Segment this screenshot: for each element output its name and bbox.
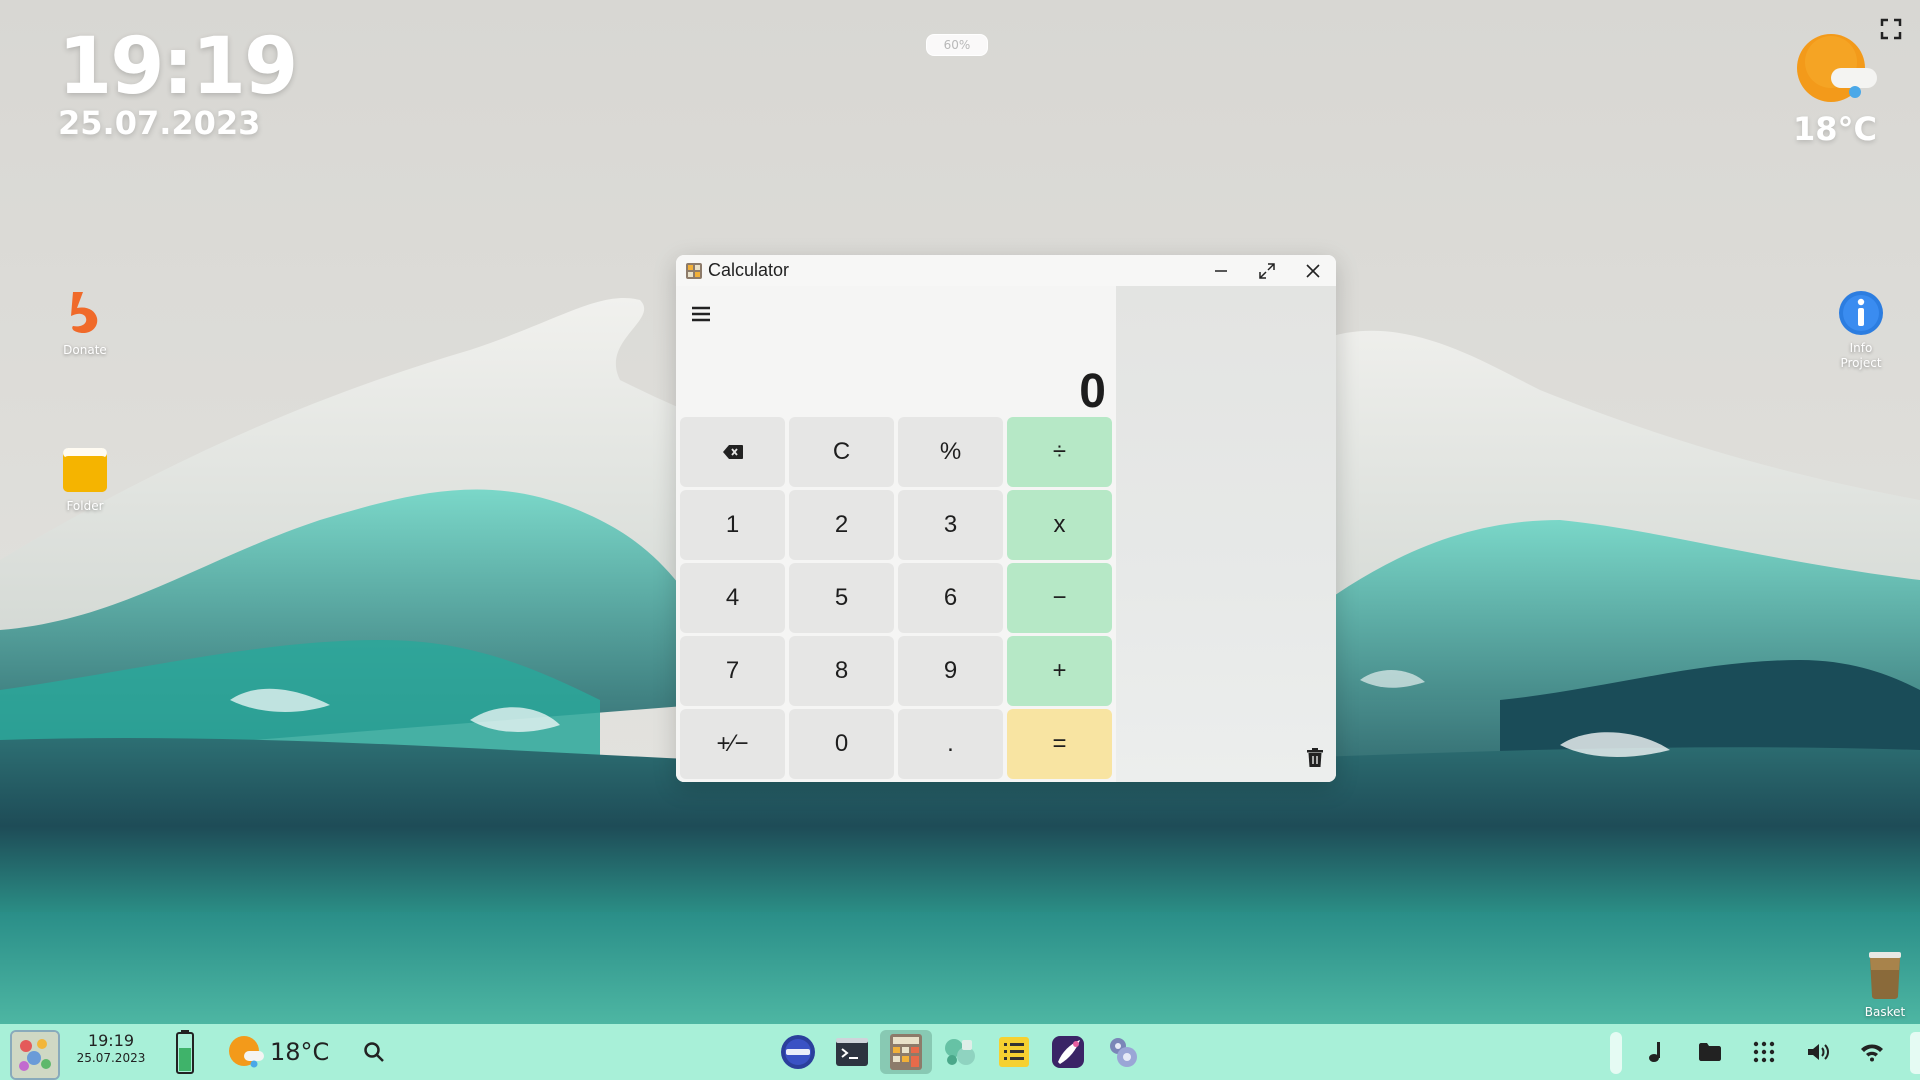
close-button[interactable] — [1298, 257, 1328, 285]
add-button[interactable]: + — [1007, 636, 1112, 706]
taskbar-clock[interactable]: 19:19 25.07.2023 — [76, 1032, 146, 1066]
taskbar-clock-time: 19:19 — [87, 1031, 135, 1050]
tray-volume[interactable] — [1804, 1038, 1832, 1066]
digit-8-button[interactable]: 8 — [789, 636, 894, 706]
divide-button[interactable]: ÷ — [1007, 417, 1112, 487]
search-icon — [364, 1042, 384, 1062]
taskbar-app-terminal[interactable] — [832, 1032, 872, 1072]
battery-icon — [176, 1030, 194, 1074]
desktop-icon-basket[interactable]: Basket — [1840, 950, 1920, 1020]
decimal-button[interactable]: . — [898, 709, 1003, 779]
trash-icon — [1307, 748, 1323, 767]
settings-icon — [1110, 1038, 1137, 1067]
desktop-clock-time: 19:19 — [58, 22, 298, 112]
digit-9-button[interactable]: 9 — [898, 636, 1003, 706]
clear-button[interactable]: C — [789, 417, 894, 487]
tray-apps[interactable] — [1750, 1038, 1778, 1066]
digit-5-button[interactable]: 5 — [789, 563, 894, 633]
menu-button[interactable] — [690, 304, 714, 326]
browser-icon — [781, 1035, 815, 1069]
volume-icon — [1808, 1044, 1829, 1060]
weather-partly-cloudy-icon — [229, 1036, 264, 1068]
minimize-icon — [1215, 270, 1227, 272]
taskbar-app-calculator[interactable] — [880, 1030, 932, 1074]
digit-0-button[interactable]: 0 — [789, 709, 894, 779]
taskbar-clock-date: 25.07.2023 — [76, 1051, 146, 1065]
calculator-display: 0 — [1079, 365, 1106, 418]
fullscreen-icon[interactable] — [1880, 18, 1902, 40]
battery-indicator: 60% — [926, 34, 988, 56]
digit-4-button[interactable]: 4 — [680, 563, 785, 633]
tray-separator — [1610, 1032, 1622, 1074]
taskbar-app-settings[interactable] — [1102, 1032, 1142, 1072]
desktop-icon-label: Folder — [66, 499, 104, 513]
terminal-icon — [836, 1038, 868, 1066]
desktop-icon-folder[interactable]: Folder — [40, 446, 130, 514]
paint-icon — [1052, 1036, 1084, 1068]
digit-6-button[interactable]: 6 — [898, 563, 1003, 633]
start-menu-icon — [12, 1032, 58, 1078]
desktop-clock-widget: 19:19 25.07.2023 — [58, 22, 298, 140]
multiply-button[interactable]: x — [1007, 490, 1112, 560]
taskbar: 19:19 25.07.2023 18°C — [0, 1024, 1920, 1080]
hamburger-menu-icon — [692, 306, 710, 322]
percent-button[interactable]: % — [898, 417, 1003, 487]
games-icon — [945, 1039, 975, 1065]
apps-grid-icon — [1753, 1041, 1775, 1063]
plus-minus-button[interactable]: +⁄− — [680, 709, 785, 779]
taskbar-app-games[interactable] — [940, 1032, 980, 1072]
taskbar-edge-handle[interactable] — [1910, 1032, 1920, 1074]
wifi-icon — [1861, 1044, 1883, 1062]
tray-music[interactable] — [1642, 1038, 1670, 1066]
calculator-app-icon — [686, 263, 702, 279]
folder-icon — [63, 448, 107, 492]
window-title: Calculator — [708, 260, 790, 280]
weather-partly-cloudy-icon — [1797, 34, 1877, 102]
tray-files[interactable] — [1696, 1038, 1724, 1066]
backspace-icon — [722, 445, 743, 459]
donate-icon — [71, 292, 98, 334]
digit-2-button[interactable]: 2 — [789, 490, 894, 560]
folder-icon — [1699, 1043, 1721, 1061]
notes-icon — [999, 1037, 1029, 1067]
taskbar-app-notes[interactable] — [994, 1032, 1034, 1072]
info-icon — [1839, 291, 1883, 335]
tray-wifi[interactable] — [1858, 1038, 1886, 1066]
calculator-keypad: C % ÷ 1 2 3 x 4 5 6 − 7 8 9 + +⁄− 0 . = — [680, 417, 1112, 779]
taskbar-app-paint[interactable] — [1048, 1032, 1088, 1072]
desktop-weather-temp: 18°C — [1792, 110, 1877, 148]
history-panel — [1116, 286, 1336, 782]
maximize-button[interactable] — [1252, 257, 1282, 285]
digit-1-button[interactable]: 1 — [680, 490, 785, 560]
digit-7-button[interactable]: 7 — [680, 636, 785, 706]
start-menu-button[interactable] — [10, 1030, 60, 1080]
desktop-icon-label: Donate — [63, 343, 107, 357]
calculator-icon — [890, 1034, 922, 1070]
trash-bin-icon — [1869, 952, 1901, 999]
music-icon — [1649, 1042, 1660, 1062]
window-titlebar[interactable]: Calculator — [676, 255, 1336, 286]
taskbar-app-browser[interactable] — [778, 1032, 818, 1072]
digit-3-button[interactable]: 3 — [898, 490, 1003, 560]
calculator-window: Calculator 0 C % ÷ 1 2 3 x 4 5 6 − 7 8 9… — [676, 255, 1336, 782]
minimize-button[interactable] — [1206, 257, 1236, 285]
desktop-weather-widget: 18°C — [1790, 32, 1880, 148]
expand-icon — [1259, 263, 1275, 279]
desktop-icon-donate[interactable]: Donate — [40, 288, 130, 358]
subtract-button[interactable]: − — [1007, 563, 1112, 633]
taskbar-battery[interactable] — [176, 1030, 194, 1074]
search-button[interactable] — [362, 1040, 386, 1064]
clear-history-button[interactable] — [1306, 748, 1324, 768]
desktop-icon-label: Basket — [1864, 1005, 1906, 1019]
taskbar-weather-temp: 18°C — [270, 1038, 330, 1066]
taskbar-weather[interactable]: 18°C — [228, 1034, 329, 1070]
calculator-main: 0 C % ÷ 1 2 3 x 4 5 6 − 7 8 9 + +⁄− 0 . … — [676, 286, 1116, 782]
backspace-button[interactable] — [680, 417, 785, 487]
desktop-icon-info-project[interactable]: Info Project — [1816, 290, 1906, 371]
equals-button[interactable]: = — [1007, 709, 1112, 779]
desktop-icon-label: Info Project — [1840, 341, 1882, 370]
close-icon — [1306, 264, 1320, 278]
